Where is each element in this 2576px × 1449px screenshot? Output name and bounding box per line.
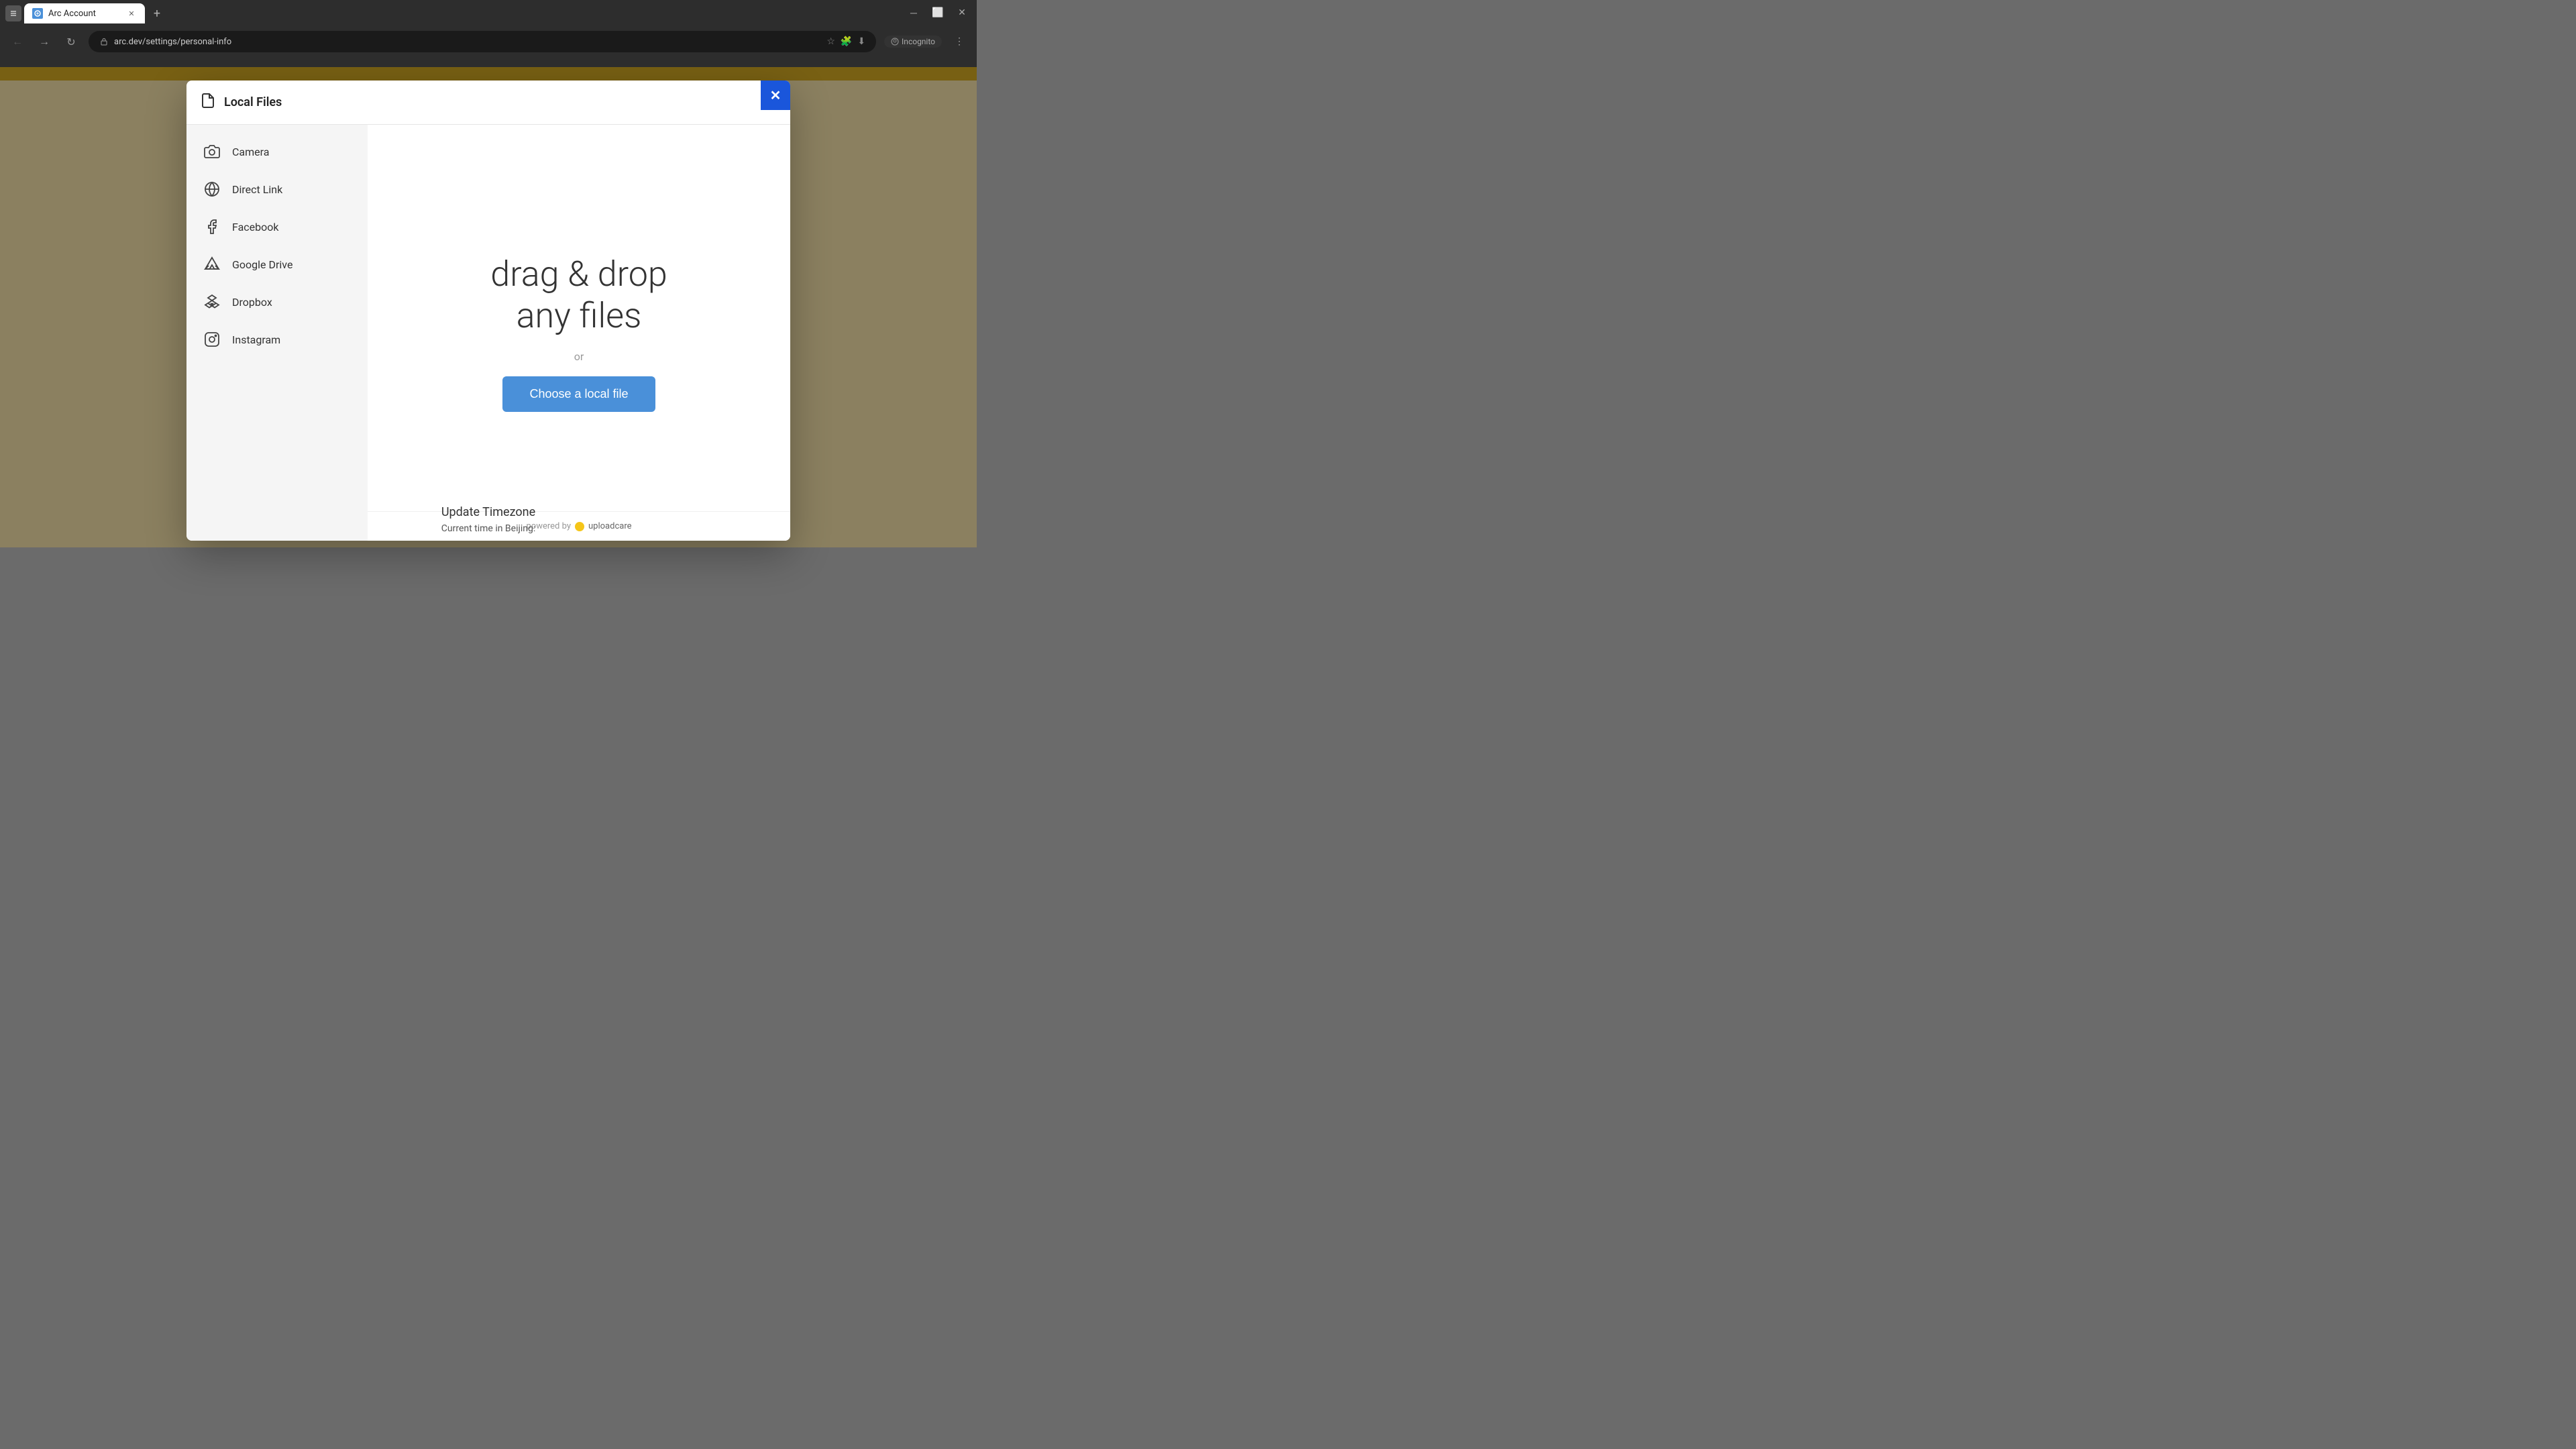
drag-drop-text: drag & dropany files [490, 254, 667, 337]
sidebar-item-dropbox[interactable]: Dropbox [186, 283, 368, 321]
page-content: Update Timezone Current time in Beijing: [441, 505, 535, 534]
new-tab-button[interactable]: + [148, 4, 166, 23]
modal-footer: powered by uploadcare [368, 511, 790, 541]
bookmark-icon[interactable]: ☆ [826, 36, 835, 47]
or-text: or [574, 350, 584, 363]
current-time-text: Current time in Beijing: [441, 523, 535, 534]
drop-zone[interactable]: drag & dropany files or Choose a local f… [368, 125, 790, 541]
modal-title: Local Files [224, 95, 777, 109]
minimize-button[interactable]: ─ [904, 3, 923, 22]
link-icon [203, 180, 221, 199]
tab-favicon [32, 8, 43, 19]
modal-close-button[interactable]: ✕ [761, 80, 790, 110]
google-drive-icon [203, 255, 221, 274]
dropbox-icon [203, 292, 221, 311]
uploadcare-brand: uploadcare [588, 521, 632, 531]
forward-button[interactable]: → [35, 32, 54, 51]
tab-title: Arc Account [48, 9, 121, 19]
local-files-icon [200, 93, 216, 112]
uploadcare-dot-icon [575, 522, 584, 531]
address-bar: ← → ↻ arc.dev/settings/personal-info ☆ 🧩… [0, 27, 977, 56]
maximize-button[interactable]: ⬜ [928, 3, 947, 22]
camera-label: Camera [232, 146, 269, 158]
facebook-label: Facebook [232, 221, 278, 233]
back-button[interactable]: ← [8, 32, 27, 51]
modal-overlay: Local Files ✕ Camera [0, 67, 977, 547]
incognito-label: Incognito [902, 37, 935, 46]
url-bar[interactable]: arc.dev/settings/personal-info ☆ 🧩 ⬇ [89, 31, 876, 52]
close-window-button[interactable]: ✕ [953, 3, 971, 22]
active-tab[interactable]: Arc Account ✕ [24, 3, 145, 23]
modal-sidebar: Camera Direct Link [186, 125, 368, 541]
url-actions: ☆ 🧩 ⬇ [826, 36, 865, 47]
sidebar-item-camera[interactable]: Camera [186, 133, 368, 170]
update-timezone-text: Update Timezone [441, 505, 535, 519]
tab-switcher[interactable] [5, 5, 21, 21]
url-text: arc.dev/settings/personal-info [114, 37, 821, 47]
incognito-icon [891, 38, 899, 46]
tab-bar: Arc Account ✕ + ─ ⬜ ✕ [0, 0, 977, 27]
instagram-label: Instagram [232, 333, 280, 346]
tab-close-button[interactable]: ✕ [126, 8, 137, 19]
reload-button[interactable]: ↻ [62, 32, 80, 51]
choose-file-button[interactable]: Choose a local file [502, 376, 655, 412]
dropbox-label: Dropbox [232, 296, 272, 309]
extensions-icon[interactable]: 🧩 [841, 36, 852, 47]
browser-chrome: Arc Account ✕ + ─ ⬜ ✕ ← → ↻ arc.dev/sett… [0, 0, 977, 67]
facebook-icon [203, 217, 221, 236]
download-icon[interactable]: ⬇ [857, 36, 865, 47]
modal-header: Local Files ✕ [186, 80, 790, 125]
page-background: Local Files ✕ Camera [0, 67, 977, 547]
camera-icon [203, 142, 221, 161]
sidebar-item-instagram[interactable]: Instagram [186, 321, 368, 358]
window-controls: ─ ⬜ ✕ [904, 3, 971, 22]
upload-modal: Local Files ✕ Camera [186, 80, 790, 541]
sidebar-item-direct-link[interactable]: Direct Link [186, 170, 368, 208]
instagram-icon [203, 330, 221, 349]
lock-icon [99, 37, 109, 46]
direct-link-label: Direct Link [232, 183, 282, 196]
google-drive-label: Google Drive [232, 258, 292, 271]
menu-button[interactable]: ⋮ [950, 32, 969, 51]
modal-body: Camera Direct Link [186, 125, 790, 541]
sidebar-item-facebook[interactable]: Facebook [186, 208, 368, 246]
sidebar-item-google-drive[interactable]: Google Drive [186, 246, 368, 283]
incognito-badge: Incognito [884, 36, 942, 48]
